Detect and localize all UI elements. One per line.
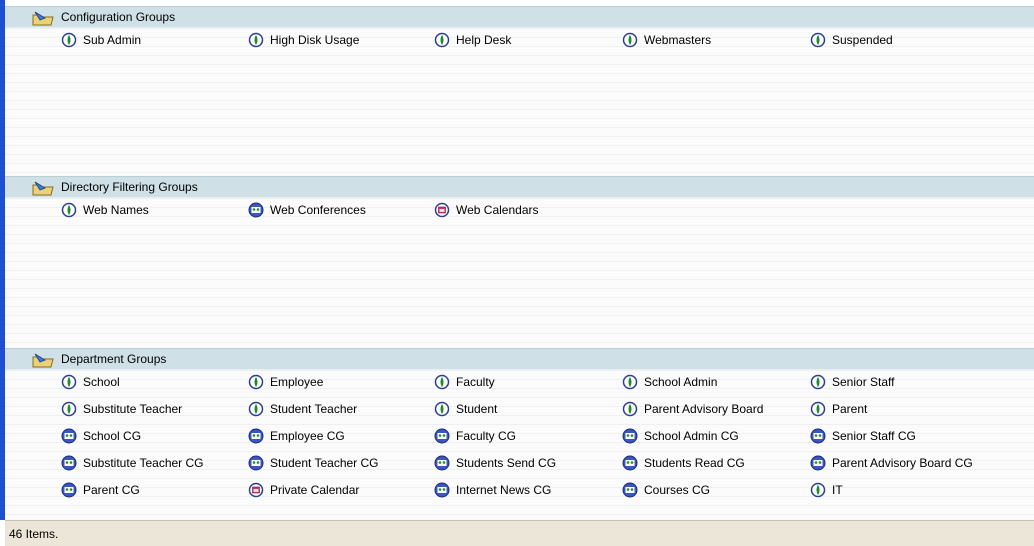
- group-item[interactable]: Web Names: [61, 201, 149, 219]
- conference-group-icon: [622, 482, 638, 498]
- person-group-icon: [622, 374, 638, 390]
- group-item[interactable]: School Admin CG: [622, 427, 739, 445]
- section-title: Department Groups: [61, 352, 167, 366]
- group-item[interactable]: Student Teacher: [248, 400, 357, 418]
- person-group-icon: [61, 401, 77, 417]
- conference-group-icon: [434, 482, 450, 498]
- group-item[interactable]: High Disk Usage: [248, 31, 359, 49]
- section-title: Directory Filtering Groups: [61, 180, 198, 194]
- group-item[interactable]: School: [61, 373, 120, 391]
- conference-group-icon: [622, 428, 638, 444]
- conference-group-icon: [61, 482, 77, 498]
- department-groups-section: Department Groups School Employee Facult…: [5, 348, 1034, 520]
- item-count-text: 46 Items.: [9, 526, 59, 541]
- group-item[interactable]: Courses CG: [622, 481, 710, 499]
- group-item[interactable]: Parent: [810, 400, 867, 418]
- group-item[interactable]: Parent CG: [61, 481, 140, 499]
- group-item[interactable]: Student Teacher CG: [248, 454, 379, 472]
- section-header[interactable]: Department Groups: [5, 348, 1034, 370]
- folder-icon: [32, 181, 54, 196]
- group-list-pane[interactable]: Configuration Groups Sub Admin High Disk…: [5, 0, 1034, 520]
- section-body: Sub Admin High Disk Usage Help Desk Webm…: [5, 28, 1034, 176]
- person-group-icon: [810, 32, 826, 48]
- group-item[interactable]: Webmasters: [622, 31, 711, 49]
- conference-group-icon: [248, 428, 264, 444]
- group-item[interactable]: Substitute Teacher CG: [61, 454, 204, 472]
- person-group-icon: [622, 401, 638, 417]
- section-header[interactable]: Configuration Groups: [5, 6, 1034, 28]
- person-group-icon: [434, 32, 450, 48]
- conference-group-icon: [61, 455, 77, 471]
- group-item[interactable]: Employee CG: [248, 427, 345, 445]
- group-item[interactable]: Suspended: [810, 31, 893, 49]
- group-item[interactable]: Internet News CG: [434, 481, 551, 499]
- person-group-icon: [810, 374, 826, 390]
- person-group-icon: [622, 32, 638, 48]
- group-item[interactable]: Students Send CG: [434, 454, 556, 472]
- group-item[interactable]: Substitute Teacher: [61, 400, 182, 418]
- group-item[interactable]: Parent Advisory Board CG: [810, 454, 973, 472]
- person-group-icon: [61, 202, 77, 218]
- group-item[interactable]: Employee: [248, 373, 323, 391]
- conference-group-icon: [248, 202, 264, 218]
- group-item[interactable]: Private Calendar: [248, 481, 359, 499]
- group-item[interactable]: Students Read CG: [622, 454, 745, 472]
- section-title: Configuration Groups: [61, 10, 176, 24]
- person-group-icon: [434, 374, 450, 390]
- person-group-icon: [248, 401, 264, 417]
- group-item[interactable]: Web Conferences: [248, 201, 366, 219]
- group-item[interactable]: Student: [434, 400, 497, 418]
- person-group-icon: [61, 32, 77, 48]
- conference-group-icon: [622, 455, 638, 471]
- person-group-icon: [434, 401, 450, 417]
- group-item[interactable]: Web Calendars: [434, 201, 539, 219]
- person-group-icon: [248, 374, 264, 390]
- person-group-icon: [248, 32, 264, 48]
- group-item[interactable]: Senior Staff: [810, 373, 894, 391]
- group-item[interactable]: School CG: [61, 427, 141, 445]
- conference-group-icon: [810, 428, 826, 444]
- folder-icon: [32, 353, 54, 368]
- calendar-group-icon: [434, 202, 450, 218]
- configuration-groups-section: Configuration Groups Sub Admin High Disk…: [5, 6, 1034, 176]
- conference-group-icon: [248, 455, 264, 471]
- conference-group-icon: [434, 455, 450, 471]
- section-body: School Employee Faculty School Admin Sen…: [5, 370, 1034, 520]
- conference-group-icon: [434, 428, 450, 444]
- folder-icon: [32, 11, 54, 26]
- group-item[interactable]: Sub Admin: [61, 31, 141, 49]
- section-body: Web Names Web Conferences Web Calendars: [5, 198, 1034, 348]
- status-bar: 46 Items.: [5, 520, 1034, 546]
- conference-group-icon: [810, 455, 826, 471]
- group-item[interactable]: Faculty CG: [434, 427, 516, 445]
- group-item[interactable]: IT: [810, 481, 843, 499]
- conference-group-icon: [61, 428, 77, 444]
- directory-filtering-groups-section: Directory Filtering Groups Web Names Web…: [5, 176, 1034, 348]
- person-group-icon: [810, 401, 826, 417]
- section-header[interactable]: Directory Filtering Groups: [5, 176, 1034, 198]
- group-item[interactable]: School Admin: [622, 373, 717, 391]
- group-item[interactable]: Help Desk: [434, 31, 511, 49]
- group-item[interactable]: Parent Advisory Board: [622, 400, 763, 418]
- person-group-icon: [61, 374, 77, 390]
- calendar-group-icon: [248, 482, 264, 498]
- group-item[interactable]: Faculty: [434, 373, 495, 391]
- person-group-icon: [810, 482, 826, 498]
- group-item[interactable]: Senior Staff CG: [810, 427, 916, 445]
